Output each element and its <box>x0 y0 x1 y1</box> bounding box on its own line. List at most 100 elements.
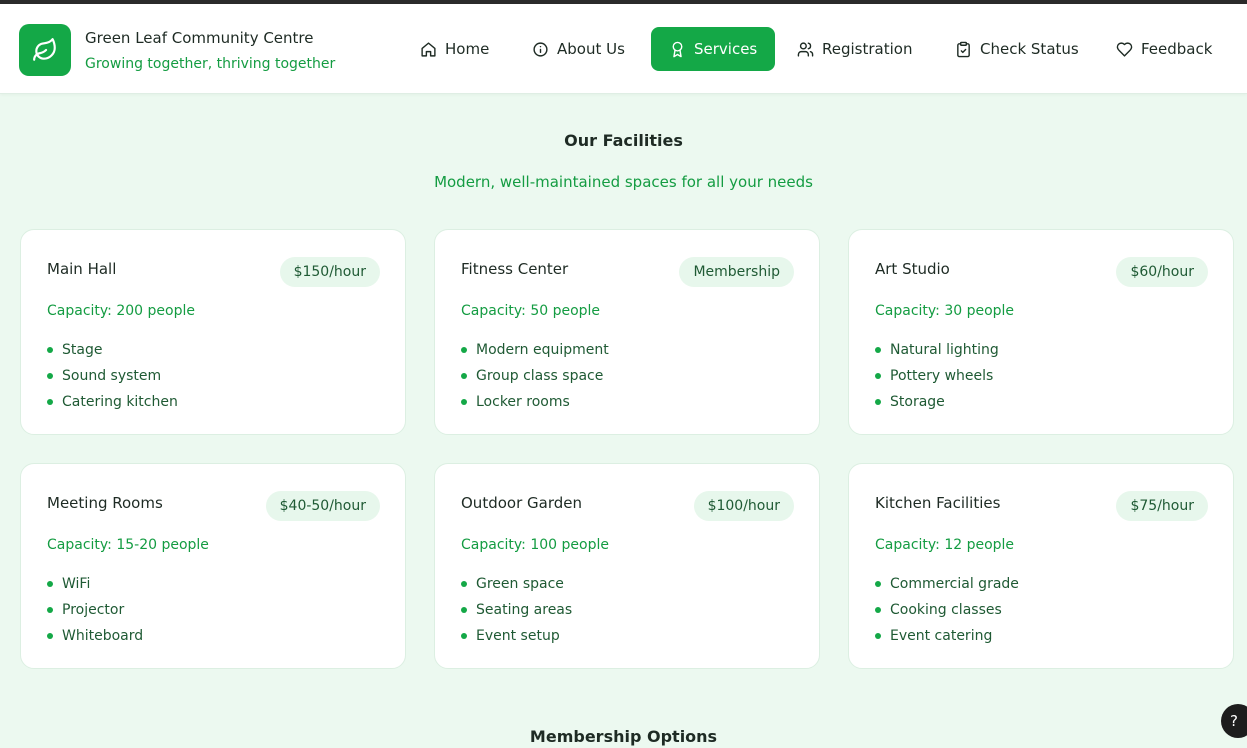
bullet-dot-icon <box>875 399 881 405</box>
feature-item: Pottery wheels <box>875 363 999 389</box>
site-header: Green Leaf Community Centre Growing toge… <box>0 4 1247 94</box>
facility-capacity: Capacity: 12 people <box>875 537 1015 553</box>
feature-list: Green space Seating areas Event setup <box>461 571 572 649</box>
facility-name: Outdoor Garden <box>461 494 582 512</box>
bullet-dot-icon <box>875 373 881 379</box>
feature-item: Locker rooms <box>461 389 609 415</box>
bullet-dot-icon <box>461 581 467 587</box>
feature-label: Group class space <box>476 368 604 384</box>
feature-item: Natural lighting <box>875 337 999 363</box>
feature-label: Projector <box>62 602 125 618</box>
bullet-dot-icon <box>47 581 53 587</box>
bullet-dot-icon <box>461 373 467 379</box>
nav-check-status[interactable]: Check Status <box>953 27 1081 71</box>
bullet-dot-icon <box>875 633 881 639</box>
feature-item: Catering kitchen <box>47 389 178 415</box>
price-badge: $40-50/hour <box>265 491 380 521</box>
facility-capacity: Capacity: 100 people <box>461 537 609 553</box>
leaf-icon <box>33 38 56 61</box>
help-button[interactable]: ? <box>1221 704 1247 738</box>
nav-home[interactable]: Home <box>418 27 491 71</box>
nav-feedback-label: Feedback <box>1141 40 1213 58</box>
home-icon <box>421 41 436 57</box>
feature-label: Catering kitchen <box>62 394 178 410</box>
brand-name: Green Leaf Community Centre <box>85 29 314 47</box>
feature-list: Commercial grade Cooking classes Event c… <box>875 571 1019 649</box>
feature-item: Commercial grade <box>875 571 1019 597</box>
facility-capacity: Capacity: 30 people <box>875 303 1015 319</box>
facility-capacity: Capacity: 50 people <box>461 303 601 319</box>
facilities-subtitle: Modern, well-maintained spaces for all y… <box>434 173 813 191</box>
bullet-dot-icon <box>875 607 881 613</box>
facility-card-art-studio[interactable]: Art Studio $60/hour Capacity: 30 people … <box>848 229 1234 435</box>
nav-registration-label: Registration <box>822 40 913 58</box>
feature-item: Group class space <box>461 363 609 389</box>
bullet-dot-icon <box>461 607 467 613</box>
brand-tagline: Growing together, thriving together <box>85 56 336 72</box>
help-question-icon: ? <box>1230 712 1238 730</box>
feature-label: Pottery wheels <box>890 368 994 384</box>
nav-feedback[interactable]: Feedback <box>1114 27 1214 71</box>
bullet-dot-icon <box>875 347 881 353</box>
facility-name: Art Studio <box>875 260 950 278</box>
bullet-dot-icon <box>47 399 53 405</box>
feature-item: Modern equipment <box>461 337 609 363</box>
facilities-title: Our Facilities <box>564 131 683 150</box>
feature-label: Cooking classes <box>890 602 1002 618</box>
feature-item: Storage <box>875 389 999 415</box>
feature-list: Stage Sound system Catering kitchen <box>47 337 178 415</box>
nav-services[interactable]: Services <box>651 27 776 71</box>
nav-registration[interactable]: Registration <box>795 27 914 71</box>
users-icon <box>797 41 814 57</box>
nav-about-label: About Us <box>557 40 625 58</box>
nav-check-status-label: Check Status <box>980 40 1079 58</box>
bullet-dot-icon <box>47 347 53 353</box>
facility-name: Kitchen Facilities <box>875 494 1001 512</box>
feature-item: Cooking classes <box>875 597 1019 623</box>
feature-item: Event catering <box>875 623 1019 649</box>
feature-label: Green space <box>476 576 564 592</box>
bullet-dot-icon <box>461 347 467 353</box>
feature-item: Projector <box>47 597 143 623</box>
feature-item: Sound system <box>47 363 178 389</box>
feature-list: WiFi Projector Whiteboard <box>47 571 143 649</box>
feature-item: Whiteboard <box>47 623 143 649</box>
membership-title: Membership Options <box>529 727 718 746</box>
price-badge: $60/hour <box>1116 257 1208 287</box>
award-icon <box>672 41 683 57</box>
feature-item: WiFi <box>47 571 143 597</box>
facility-card-outdoor-garden[interactable]: Outdoor Garden $100/hour Capacity: 100 p… <box>434 463 820 669</box>
nav-about[interactable]: About Us <box>530 27 627 71</box>
feature-label: Modern equipment <box>476 342 609 358</box>
bullet-dot-icon <box>461 633 467 639</box>
facility-card-kitchen-facilities[interactable]: Kitchen Facilities $75/hour Capacity: 12… <box>848 463 1234 669</box>
facility-name: Meeting Rooms <box>47 494 163 512</box>
price-badge: $75/hour <box>1116 491 1208 521</box>
feature-label: Locker rooms <box>476 394 570 410</box>
feature-list: Natural lighting Pottery wheels Storage <box>875 337 999 415</box>
bullet-dot-icon <box>47 633 53 639</box>
feature-label: Event setup <box>476 628 560 644</box>
bullet-dot-icon <box>47 607 53 613</box>
clipboard-check-icon <box>957 41 970 57</box>
bullet-dot-icon <box>47 373 53 379</box>
facility-capacity: Capacity: 15-20 people <box>47 537 209 553</box>
feature-label: Natural lighting <box>890 342 999 358</box>
logo[interactable] <box>19 24 71 76</box>
facility-card-main-hall[interactable]: Main Hall $150/hour Capacity: 200 people… <box>20 229 406 435</box>
price-badge: Membership <box>679 257 794 287</box>
feature-label: WiFi <box>62 576 91 592</box>
facility-card-fitness-center[interactable]: Fitness Center Membership Capacity: 50 p… <box>434 229 820 435</box>
feature-label: Sound system <box>62 368 162 384</box>
price-badge: $150/hour <box>279 257 380 287</box>
feature-label: Stage <box>62 342 103 358</box>
feature-item: Stage <box>47 337 178 363</box>
heart-icon <box>1116 41 1133 57</box>
feature-label: Storage <box>890 394 945 410</box>
feature-list: Modern equipment Group class space Locke… <box>461 337 609 415</box>
feature-label: Commercial grade <box>890 576 1019 592</box>
bullet-dot-icon <box>875 581 881 587</box>
info-icon <box>533 41 548 57</box>
facility-card-meeting-rooms[interactable]: Meeting Rooms $40-50/hour Capacity: 15-2… <box>20 463 406 669</box>
nav-home-label: Home <box>445 40 490 58</box>
